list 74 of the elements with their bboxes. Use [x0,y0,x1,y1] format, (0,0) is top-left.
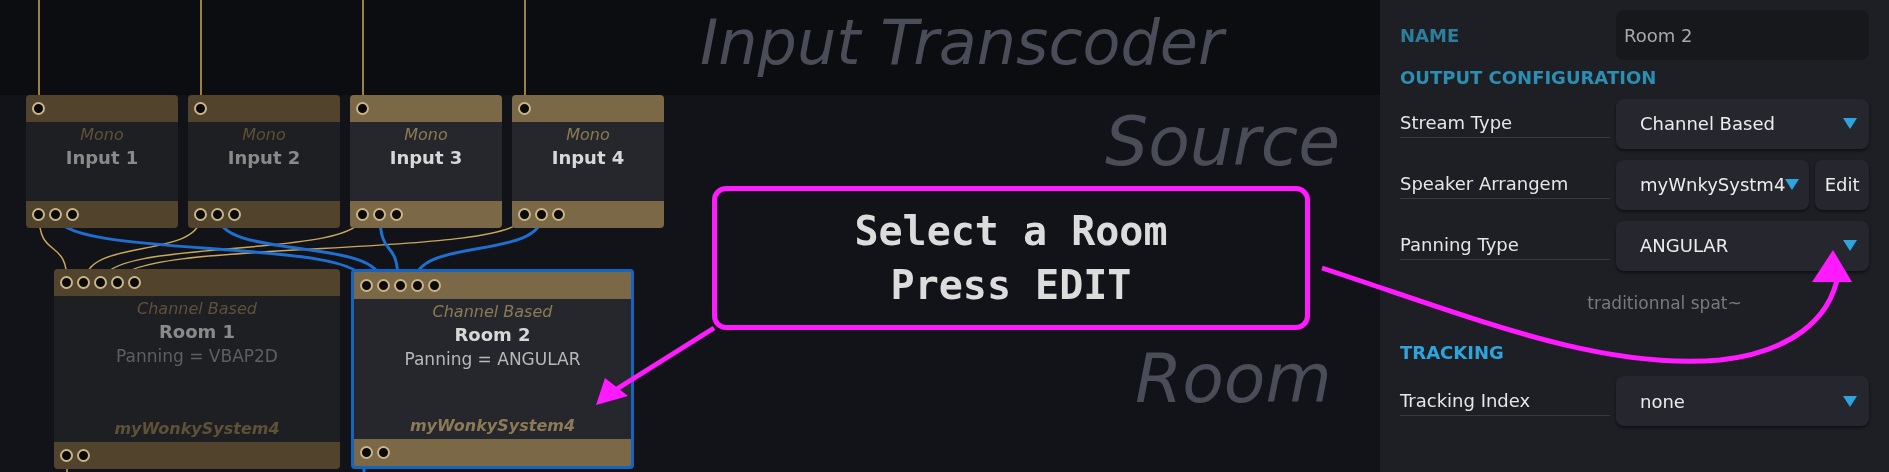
dropdown[interactable]: myWnkySystm4 [1616,159,1810,210]
port-icon[interactable] [356,208,369,221]
node-title: Input 1 [65,146,139,170]
section-heading: TRACKING [1400,340,1505,365]
node-footer: myWonkySystem4 [114,418,280,440]
input-node[interactable]: Mono Input 3 [350,95,502,228]
port-icon[interactable] [111,276,124,289]
port-icon[interactable] [552,208,565,221]
node-title: Input 2 [227,146,301,170]
group-label: Room [1135,345,1332,413]
node-detail: Panning = VBAP2D [116,345,278,368]
edit-button[interactable]: Edit [1815,159,1869,210]
dropdown-caret-icon [1843,240,1857,251]
node-footer: myWonkySystem4 [409,415,576,437]
annotation-text: Select a Room [854,207,1168,256]
port-icon[interactable] [518,102,531,115]
node-title: Input 3 [389,146,463,170]
port-icon[interactable] [377,279,390,292]
node-type: Mono [242,124,286,146]
port-icon[interactable] [194,208,207,221]
panning-note: traditionnal spat~ [1587,292,1742,315]
dropdown[interactable]: ANGULAR [1616,220,1869,271]
input-node[interactable]: Mono Input 2 [188,95,340,228]
port-icon[interactable] [60,276,73,289]
input-node[interactable]: Mono Input 4 [512,95,664,228]
dropdown-caret-icon [1843,118,1857,129]
node-type: Mono [80,124,124,146]
field-label: Panning Type [1400,231,1610,260]
port-icon[interactable] [49,208,62,221]
port-icon[interactable] [77,276,90,289]
node-title: Room 1 [158,320,236,344]
port-icon[interactable] [32,208,45,221]
dropdown-caret-icon [1785,179,1800,190]
section-heading: OUTPUT CONFIGURATION [1400,66,1658,90]
port-icon[interactable] [94,276,107,289]
field-label: Stream Type [1400,109,1610,138]
port-icon[interactable] [428,279,441,292]
input-node[interactable]: Mono Input 1 [26,95,178,228]
group-label: Source [1105,108,1341,176]
dropdown-caret-icon [1843,395,1857,407]
port-icon[interactable] [535,208,548,221]
field-label: Tracking Index [1400,386,1610,416]
dropdown[interactable]: none [1616,376,1869,426]
port-icon[interactable] [32,102,45,115]
node-title: Room 2 [454,323,531,347]
port-icon[interactable] [373,208,386,221]
node-detail: Panning = ANGULAR [404,348,581,371]
room-node[interactable]: Channel Based Room 2 Panning = ANGULAR myWonkySystem4 [351,269,634,469]
port-icon[interactable] [228,208,241,221]
port-icon[interactable] [194,102,207,115]
name-field[interactable]: Room 2 [1616,10,1869,60]
port-icon[interactable] [411,279,424,292]
annotation-text: Press EDIT [890,261,1132,310]
port-icon[interactable] [390,208,403,221]
port-icon[interactable] [211,208,224,221]
port-icon[interactable] [377,446,390,459]
node-type: Channel Based [432,301,553,323]
node-title: Input 4 [551,146,625,170]
port-icon[interactable] [360,446,373,459]
port-icon[interactable] [518,208,531,221]
port-icon[interactable] [128,276,141,289]
node-type: Mono [566,124,610,146]
port-icon[interactable] [356,102,369,115]
node-type: Channel Based [137,298,257,320]
port-icon[interactable] [66,208,79,221]
node-type: Mono [404,124,448,146]
port-icon[interactable] [77,449,90,462]
field-label: Speaker Arrangem [1400,170,1610,199]
room-node[interactable]: Channel Based Room 1 Panning = VBAP2D myWonkySystem4 [54,269,340,469]
port-icon[interactable] [360,279,373,292]
section-heading: NAME [1400,23,1461,48]
port-icon[interactable] [394,279,407,292]
dropdown[interactable]: Channel Based [1616,98,1869,149]
port-icon[interactable] [60,449,73,462]
